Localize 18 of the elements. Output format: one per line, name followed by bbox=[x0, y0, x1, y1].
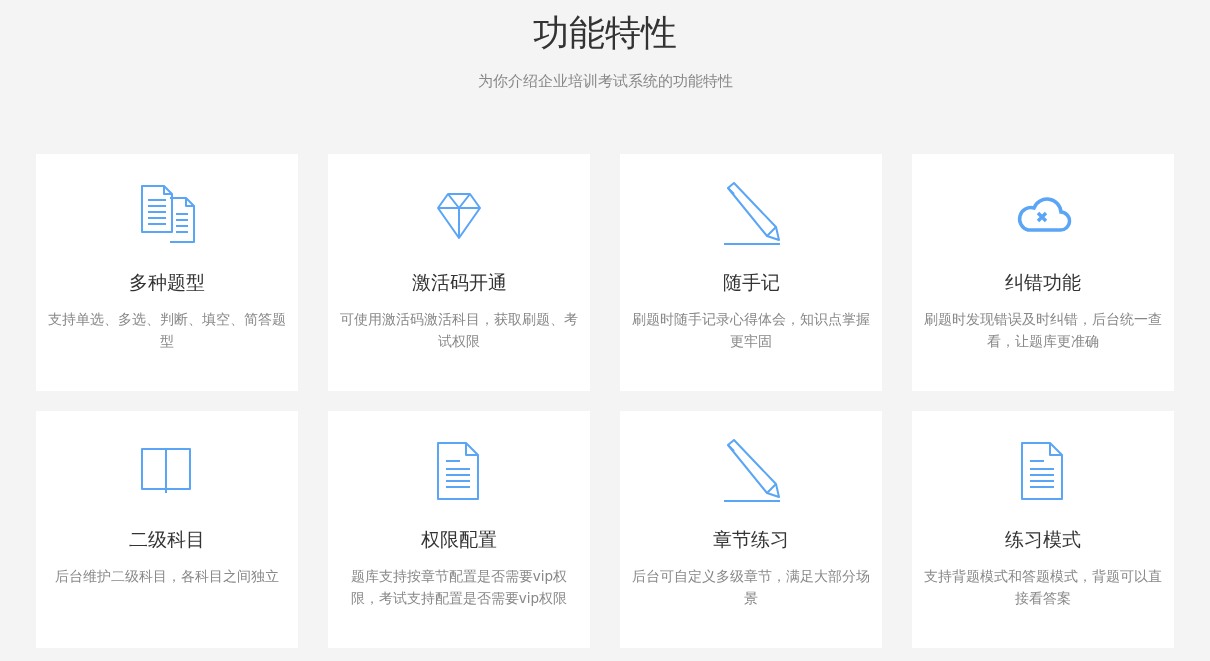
page-subtitle: 为你介绍企业培训考试系统的功能特性 bbox=[477, 72, 733, 91]
feature-description: 支持背题模式和答题模式，背题可以直接看答案 bbox=[923, 567, 1163, 608]
feature-title: 权限配置 bbox=[421, 527, 497, 552]
feature-title: 激活码开通 bbox=[411, 270, 507, 295]
page-title: 功能特性 bbox=[533, 11, 677, 55]
feature-description: 支持单选、多选、判断、填空、简答题型 bbox=[47, 310, 287, 351]
feature-title: 纠错功能 bbox=[1005, 270, 1081, 295]
feature-title: 随手记 bbox=[722, 270, 780, 295]
feature-description: 后台维护二级科目，各科目之间独立 bbox=[54, 567, 280, 586]
feature-description: 后台可自定义多级章节，满足大部分场景 bbox=[631, 567, 871, 608]
feature-title: 练习模式 bbox=[1005, 527, 1081, 552]
feature-description: 刷题时随手记录心得体会，知识点掌握更牢固 bbox=[631, 310, 871, 351]
feature-title: 二级科目 bbox=[129, 527, 205, 552]
feature-description: 可使用激活码激活科目，获取刷题、考试权限 bbox=[339, 310, 579, 351]
feature-description: 题库支持按章节配置是否需要vip权限，考试支持配置是否需要vip权限 bbox=[349, 567, 569, 608]
feature-description: 刷题时发现错误及时纠错，后台统一查看，让题库更准确 bbox=[923, 310, 1163, 351]
feature-title: 章节练习 bbox=[713, 527, 789, 552]
feature-title: 多种题型 bbox=[129, 270, 205, 295]
